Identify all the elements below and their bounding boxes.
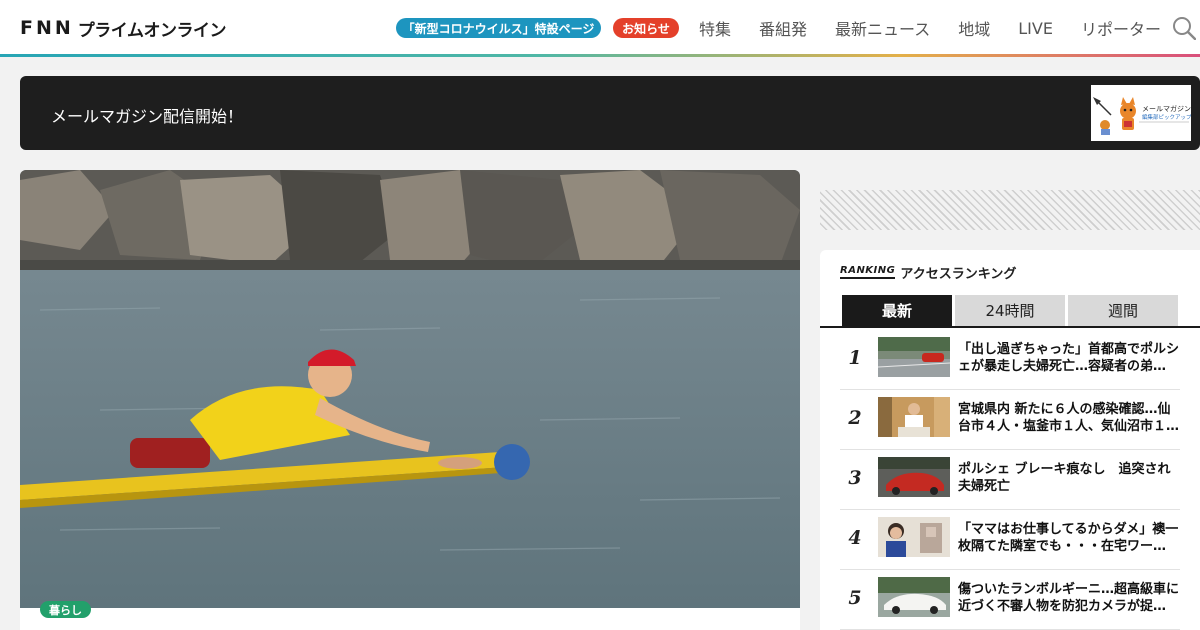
ranking-thumbnail xyxy=(878,397,950,437)
tab-latest[interactable]: 最新 xyxy=(842,295,952,326)
ranking-article-title: 「出し過ぎちゃった」首都高でポルシェが暴走し夫婦死亡…容疑者の弟… xyxy=(958,342,1180,374)
search-icon[interactable] xyxy=(1172,16,1196,40)
header-accent-line xyxy=(0,54,1200,57)
nav-item-regions[interactable]: 地域 xyxy=(958,16,990,40)
banner-image-caption-1: メールマガジン xyxy=(1142,104,1191,113)
category-badge[interactable]: 暮らし xyxy=(40,601,91,618)
featured-article-photo xyxy=(20,170,800,608)
ranking-article-title: ポルシェ ブレーキ痕なし 追突され夫婦死亡 xyxy=(958,462,1171,494)
ranking-article-title: 宮城県内 新たに６人の感染確認…仙台市４人・塩釜市１人、気仙沼市１… xyxy=(958,402,1180,434)
corona-special-page-link[interactable]: 「新型コロナウイルス」特設ページ xyxy=(396,18,601,38)
ranking-list: 1 「出し過ぎちゃった」首都高でポルシェが暴走し夫婦死亡…容疑者の弟… 2 宮城… xyxy=(840,330,1180,630)
ranking-article-title: 傷ついたランボルギーニ…超高級車に近づく不審人物を防犯カメラが捉… xyxy=(958,582,1180,614)
featured-article[interactable]: 暮らし xyxy=(20,170,800,630)
logo-text: プライムオンライン xyxy=(77,20,227,41)
site-header: FNN プライムオンライン 「新型コロナウイルス」特設ページ お知らせ 特集 番… xyxy=(0,0,1200,54)
ranking-logo: RANKING xyxy=(840,265,896,279)
logo-fnn: FNN xyxy=(20,17,74,39)
ranking-thumbnail xyxy=(878,457,950,497)
ranking-tabs: 最新 24時間 週間 xyxy=(842,295,1181,326)
ranking-item[interactable]: 3 ポルシェ ブレーキ痕なし 追突され夫婦死亡 xyxy=(840,450,1180,510)
access-ranking-panel: RANKING アクセスランキング 最新 24時間 週間 1 「出し過ぎちゃった… xyxy=(820,250,1200,630)
ad-placeholder xyxy=(820,190,1200,230)
ranking-item[interactable]: 1 「出し過ぎちゃった」首都高でポルシェが暴走し夫婦死亡…容疑者の弟… xyxy=(840,330,1180,390)
nav-item-features[interactable]: 特集 xyxy=(699,16,731,40)
ranking-item[interactable]: 4 「ママはお仕事してるからダメ」襖一枚隔てた隣室でも・・・在宅ワー… xyxy=(840,510,1180,570)
tabs-underline xyxy=(820,326,1200,328)
newsletter-banner[interactable]: メールマガジン配信開始！ メールマガジン 編集部ピックアップ xyxy=(20,76,1200,150)
ranking-header: RANKING アクセスランキング xyxy=(840,264,1017,282)
rank-number: 2 xyxy=(848,407,862,429)
ranking-title: アクセスランキング xyxy=(900,266,1017,282)
tab-24-hours[interactable]: 24時間 xyxy=(955,295,1065,326)
main-nav: 特集 番組発 最新ニュース 地域 LIVE リポーター xyxy=(699,16,1161,40)
notice-link[interactable]: お知らせ xyxy=(613,18,679,38)
ranking-thumbnail xyxy=(878,577,950,617)
rank-number: 4 xyxy=(848,527,862,549)
nav-item-latest-news[interactable]: 最新ニュース xyxy=(835,16,930,40)
nav-item-programs[interactable]: 番組発 xyxy=(759,16,807,40)
nav-item-reporters[interactable]: リポーター xyxy=(1081,16,1161,40)
newsletter-mascot-image: メールマガジン 編集部ピックアップ xyxy=(1091,85,1191,141)
ranking-thumbnail xyxy=(878,517,950,557)
tab-weekly[interactable]: 週間 xyxy=(1068,295,1178,326)
ranking-item[interactable]: 5 傷ついたランボルギーニ…超高級車に近づく不審人物を防犯カメラが捉… xyxy=(840,570,1180,630)
banner-text: メールマガジン配信開始！ xyxy=(51,107,244,126)
ranking-article-title: 「ママはお仕事してるからダメ」襖一枚隔てた隣室でも・・・在宅ワー… xyxy=(958,522,1179,554)
nav-item-live[interactable]: LIVE xyxy=(1018,19,1053,38)
rank-number: 3 xyxy=(848,467,862,489)
banner-image: メールマガジン 編集部ピックアップ xyxy=(1091,85,1191,141)
rank-number: 1 xyxy=(848,347,862,369)
rank-number: 5 xyxy=(848,587,862,609)
banner-image-caption-2: 編集部ピックアップ xyxy=(1142,113,1191,121)
ranking-item[interactable]: 2 宮城県内 新たに６人の感染確認…仙台市４人・塩釜市１人、気仙沼市１… xyxy=(840,390,1180,450)
ranking-thumbnail xyxy=(878,337,950,377)
site-logo[interactable]: FNN プライムオンライン xyxy=(20,17,227,41)
